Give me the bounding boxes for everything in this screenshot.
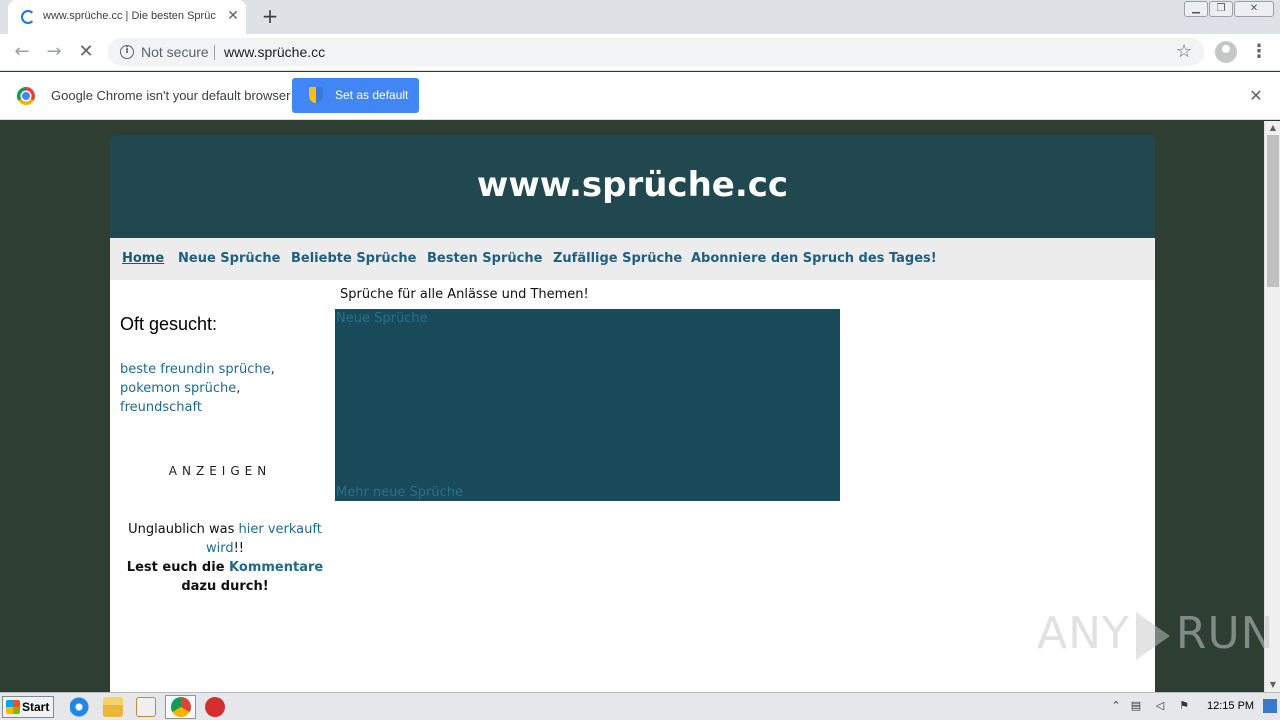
chrome-logo-icon	[17, 87, 35, 105]
promo-link-kommentare[interactable]: Kommentare	[229, 560, 323, 575]
kebab-menu-icon[interactable]: ⋮	[1250, 41, 1268, 63]
taskbar-clock[interactable]: 12:15 PM	[1207, 700, 1254, 712]
windows-logo-icon	[6, 700, 20, 714]
promo-text-3: Lest euch die	[126, 560, 230, 575]
minimize-button[interactable]: ▁	[1184, 1, 1208, 17]
watermark-right-text: RUN	[1175, 608, 1275, 659]
tab-strip: www.sprüche.cc | Die besten Sprüc ✕ + ▁ …	[0, 0, 1280, 34]
more-sayings-link[interactable]: Mehr neue Sprüche	[336, 485, 463, 500]
site-container: www.sprüche.cc Home Neue Sprüche Beliebt…	[110, 135, 1155, 692]
site-navigation: Home Neue Sprüche Beliebte Sprüche Beste…	[110, 238, 1155, 280]
set-as-default-button[interactable]: Set as default	[292, 78, 419, 113]
promo-text-2: !!	[233, 541, 245, 556]
tag-separator: ,	[236, 381, 241, 396]
site-body: Oft gesucht: beste freundin sprüche, pok…	[110, 280, 1155, 692]
security-status[interactable]: Not secure	[141, 44, 209, 60]
new-sayings-feed-box: Neue Sprüche Mehr neue Sprüche	[335, 309, 840, 501]
start-label: Start	[22, 700, 50, 714]
oft-gesucht-heading: Oft gesucht:	[120, 314, 218, 334]
scrollbar-thumb[interactable]	[1267, 135, 1279, 287]
search-tags: beste freundin sprüche, pokemon sprüche,…	[120, 360, 320, 417]
media-player-icon[interactable]	[136, 697, 156, 717]
show-desktop-icon[interactable]	[1263, 699, 1277, 713]
tag-link-pokemon[interactable]: pokemon sprüche	[120, 381, 236, 396]
watermark-play-icon	[1135, 612, 1170, 660]
window-close-button[interactable]: ✕	[1234, 1, 1274, 17]
file-explorer-icon[interactable]	[103, 697, 123, 717]
main-intro-text: Sprüche für alle Anlässe und Themen!	[340, 287, 589, 302]
feed-title-link[interactable]: Neue Sprüche	[336, 311, 428, 326]
internet-explorer-icon[interactable]	[70, 697, 90, 717]
site-header: www.sprüche.cc	[110, 135, 1155, 238]
start-button[interactable]: Start	[2, 696, 54, 718]
promo-text-4: dazu durch!	[181, 579, 269, 594]
nav-abonniere[interactable]: Abonniere den Spruch des Tages!	[691, 251, 937, 266]
page-scrollbar[interactable]: ▲ ▼	[1264, 121, 1280, 692]
omnibox-separator	[214, 45, 215, 60]
browser-tab[interactable]: www.sprüche.cc | Die besten Sprüc ✕	[8, 0, 246, 34]
forward-arrow-icon[interactable]: →	[43, 41, 65, 63]
nav-neue-sprueche[interactable]: Neue Sprüche	[178, 251, 280, 266]
restore-button[interactable]: ❐	[1209, 1, 1233, 17]
promo-text-1: Unglaublich was	[128, 522, 239, 537]
page-viewport: www.sprüche.cc Home Neue Sprüche Beliebt…	[0, 121, 1264, 692]
site-title: www.sprüche.cc	[476, 165, 789, 205]
tag-link-beste-freundin[interactable]: beste freundin sprüche	[120, 362, 271, 377]
watermark-left-text: ANY	[1037, 608, 1130, 659]
tab-title: www.sprüche.cc | Die besten Sprüc	[43, 10, 216, 22]
network-icon[interactable]: ▤	[1129, 699, 1143, 713]
address-bar[interactable]: i Not secure www.sprüche.cc ☆	[108, 38, 1204, 66]
ads-label: ANZEIGEN	[168, 464, 272, 478]
chrome-icon	[171, 697, 191, 717]
new-tab-button[interactable]: +	[260, 5, 280, 27]
infobar-message: Google Chrome isn't your default browser	[51, 88, 291, 103]
nav-home[interactable]: Home	[122, 251, 164, 266]
tag-link-freundschaft[interactable]: freundschaft	[120, 400, 202, 415]
action-center-flag-icon[interactable]: ⚑	[1177, 699, 1191, 713]
nav-besten-sprueche[interactable]: Besten Sprüche	[427, 251, 542, 266]
uac-shield-icon	[309, 87, 323, 103]
tab-close-icon[interactable]: ✕	[226, 8, 240, 24]
info-icon[interactable]: i	[120, 45, 134, 59]
infobar-close-icon[interactable]: ✕	[1247, 86, 1265, 106]
scroll-up-arrow-icon[interactable]: ▲	[1265, 121, 1280, 135]
promo-text: Unglaublich was hier verkauft wird!! Les…	[120, 520, 330, 596]
anyrun-watermark: ANY RUN	[1037, 608, 1275, 660]
nav-zufaellige-sprueche[interactable]: Zufällige Sprüche	[553, 251, 682, 266]
browser-toolbar: ← → ✕ i Not secure www.sprüche.cc ☆ ⋮	[0, 34, 1280, 71]
bookmark-star-icon[interactable]: ☆	[1176, 41, 1192, 63]
back-arrow-icon[interactable]: ←	[11, 41, 33, 63]
chrome-taskbar-button[interactable]	[165, 695, 196, 719]
tag-separator: ,	[270, 362, 275, 377]
scroll-down-arrow-icon[interactable]: ▼	[1265, 678, 1280, 692]
loading-spinner-icon	[21, 10, 35, 24]
volume-icon[interactable]: ◁	[1153, 699, 1167, 713]
tray-expand-icon[interactable]: ⌃	[1109, 699, 1123, 713]
default-browser-infobar: Google Chrome isn't your default browser…	[0, 72, 1280, 120]
nav-beliebte-sprueche[interactable]: Beliebte Sprüche	[291, 251, 416, 266]
opera-icon[interactable]	[205, 697, 225, 717]
url-text[interactable]: www.sprüche.cc	[224, 44, 325, 60]
set-as-default-label: Set as default	[335, 88, 409, 102]
profile-avatar-icon[interactable]	[1215, 41, 1237, 63]
windows-taskbar: Start ⌃ ▤ ◁ ⚑ 12:15 PM	[0, 692, 1280, 720]
stop-loading-icon[interactable]: ✕	[75, 41, 97, 63]
